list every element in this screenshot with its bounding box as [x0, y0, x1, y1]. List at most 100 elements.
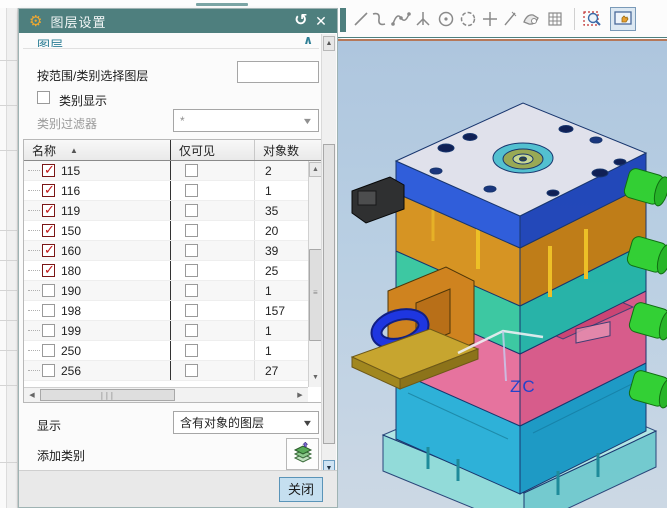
layer-checkbox[interactable] [42, 284, 55, 297]
divider [23, 48, 319, 49]
layer-name: 256 [61, 363, 82, 378]
visible-only-cell [170, 221, 254, 240]
visible-only-checkbox[interactable] [185, 244, 198, 257]
visible-only-cell [170, 301, 254, 320]
column-header-name[interactable]: 名称 ▲ [24, 140, 170, 160]
circle-center-icon[interactable] [435, 7, 457, 31]
layer-checkbox[interactable] [42, 242, 55, 258]
scroll-up-icon[interactable]: ▲ [323, 36, 335, 51]
plus-icon[interactable] [479, 7, 501, 31]
display-mode-value: 含有对象的图层 [180, 416, 265, 430]
layer-checkbox[interactable] [42, 262, 55, 278]
layer-checkbox[interactable] [42, 222, 55, 238]
layer-checkbox[interactable] [42, 304, 55, 317]
object-count: 35 [265, 203, 279, 218]
visible-only-checkbox[interactable] [185, 284, 198, 297]
layer-checkbox[interactable] [42, 324, 55, 337]
dialog-scrollbar[interactable]: ▲ ▼ [321, 34, 336, 478]
scrollbar-thumb[interactable] [323, 144, 335, 444]
layer-name-cell: 115 [24, 161, 170, 180]
range-select-input[interactable] [237, 61, 319, 83]
scroll-right-icon[interactable]: ▶ [293, 389, 307, 402]
object-count-cell: 27 [254, 361, 304, 380]
category-display-checkbox[interactable] [37, 91, 50, 104]
reset-icon[interactable]: ↺ [291, 9, 311, 33]
layer-name-cell: 160 [24, 241, 170, 260]
table-row[interactable]: 160 39 [24, 241, 308, 261]
visible-only-checkbox[interactable] [185, 304, 198, 317]
object-count: 25 [265, 263, 279, 278]
scrollbar-thumb[interactable]: ∣∣∣ [40, 389, 175, 401]
column-header-object-count[interactable]: 对象数 [254, 140, 304, 160]
column-header-visible-only[interactable]: 仅可见 [170, 140, 254, 160]
layer-checkbox[interactable] [42, 162, 55, 178]
studio-spline-icon[interactable] [390, 7, 412, 31]
tree-line [28, 310, 40, 311]
circle-icon[interactable] [457, 7, 479, 31]
layer-name: 198 [61, 303, 82, 318]
layer-name: 199 [61, 323, 82, 338]
pan-icon[interactable] [610, 7, 636, 31]
visible-only-cell [170, 161, 254, 180]
object-count-cell: 1 [254, 181, 304, 200]
close-icon[interactable]: ✕ [311, 9, 331, 33]
visible-only-cell [170, 321, 254, 340]
navigator-column [0, 8, 7, 508]
dialog-body: 图层 ∧ 按范围/类别选择图层 类别显示 类别过滤器 * ▼ 名称 ▲ 仅可见 … [19, 33, 337, 471]
object-count-cell: 1 [254, 321, 304, 340]
section-collapse-icon[interactable]: ∧ [303, 33, 313, 44]
table-vertical-scrollbar[interactable]: ▲ ≡ ▼ [308, 161, 322, 387]
layer-name: 160 [61, 243, 82, 258]
tree-line [28, 190, 40, 191]
dialog-title: 图层设置 [50, 14, 107, 30]
visible-only-checkbox[interactable] [185, 264, 198, 277]
point-axis-icon[interactable] [412, 7, 434, 31]
table-row[interactable]: 190 1 [24, 281, 308, 301]
table-horizontal-scrollbar[interactable]: ◀ ∣∣∣ ▶ [24, 387, 308, 402]
table-row[interactable]: 256 27 [24, 361, 308, 381]
tree-line [28, 210, 40, 211]
category-filter-value: * [180, 113, 185, 128]
table-row[interactable]: 199 1 [24, 321, 308, 341]
grid-icon[interactable] [544, 7, 566, 31]
layer-checkbox[interactable] [42, 202, 55, 218]
quick-trim-line-icon[interactable] [499, 7, 521, 31]
table-row[interactable]: 119 35 [24, 201, 308, 221]
category-filter-combo[interactable]: * ▼ [173, 109, 319, 132]
table-row[interactable]: 115 2 [24, 161, 308, 181]
table-row[interactable]: 150 20 [24, 221, 308, 241]
table-row[interactable]: 116 1 [24, 181, 308, 201]
visible-only-checkbox[interactable] [185, 164, 198, 177]
visible-only-checkbox[interactable] [185, 184, 198, 197]
add-category-button[interactable] [286, 438, 319, 470]
display-mode-combo[interactable]: 含有对象的图层 ▼ [173, 411, 319, 434]
graphics-viewport[interactable]: ZC [338, 39, 667, 508]
close-button[interactable]: 关闭 [279, 477, 323, 502]
arc-curve-icon[interactable] [368, 7, 390, 31]
zoom-window-icon[interactable] [582, 7, 604, 31]
layer-checkbox[interactable] [42, 364, 55, 377]
surface-icon[interactable] [520, 7, 542, 31]
zc-axis-label: ZC [510, 377, 537, 396]
docked-panel-edge [340, 8, 346, 32]
scroll-left-icon[interactable]: ◀ [25, 389, 39, 402]
table-row[interactable]: 180 25 [24, 261, 308, 281]
table-row[interactable]: 250 1 [24, 341, 308, 361]
layer-name-cell: 190 [24, 281, 170, 300]
visible-only-checkbox[interactable] [185, 324, 198, 337]
dialog-titlebar[interactable]: ⚙ 图层设置 ↺ ✕ [19, 9, 337, 33]
visible-only-checkbox[interactable] [185, 204, 198, 217]
visible-only-checkbox[interactable] [185, 344, 198, 357]
visible-only-checkbox[interactable] [185, 224, 198, 237]
layer-checkbox[interactable] [42, 344, 55, 357]
tree-line [28, 330, 40, 331]
table-row[interactable]: 198 157 [24, 301, 308, 321]
dialog-footer: 关闭 [19, 470, 337, 507]
object-count: 1 [265, 343, 272, 358]
visible-only-checkbox[interactable] [185, 364, 198, 377]
object-count: 1 [265, 283, 272, 298]
object-count-cell: 1 [254, 341, 304, 360]
layer-checkbox[interactable] [42, 182, 55, 198]
visible-only-cell [170, 201, 254, 220]
object-count-cell: 2 [254, 161, 304, 180]
